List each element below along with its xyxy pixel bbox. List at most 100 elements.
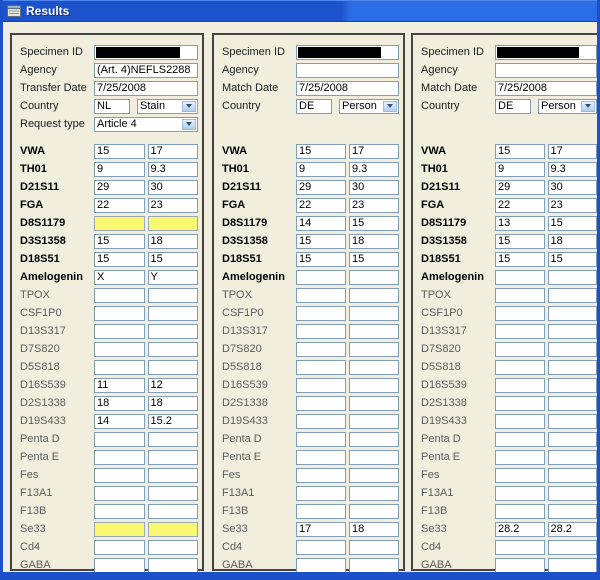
allele-input-1[interactable]: 15	[94, 144, 145, 159]
allele-input-1[interactable]: 13	[495, 216, 545, 231]
request-type-combo[interactable]: Article 4	[94, 117, 198, 132]
allele-input-1[interactable]: 11	[94, 378, 145, 393]
allele-input-2[interactable]	[548, 558, 598, 573]
dropdown-arrow-icon[interactable]	[581, 101, 595, 112]
allele-input-1[interactable]: 15	[296, 252, 346, 267]
match-date-input[interactable]: 7/25/2008	[296, 81, 399, 96]
allele-input-1[interactable]: 29	[94, 180, 145, 195]
allele-input-2[interactable]	[548, 414, 598, 429]
allele-input-1[interactable]	[94, 486, 145, 501]
allele-input-2[interactable]	[548, 432, 598, 447]
country-type-combo[interactable]: Person	[339, 99, 399, 114]
allele-input-2[interactable]	[148, 468, 199, 483]
allele-input-2[interactable]	[349, 432, 399, 447]
allele-input-2[interactable]	[148, 504, 199, 519]
allele-input-2[interactable]	[349, 306, 399, 321]
allele-input-2[interactable]: Y	[148, 270, 199, 285]
allele-input-2[interactable]: 30	[148, 180, 199, 195]
allele-input-1[interactable]: 17	[296, 522, 346, 537]
allele-input-2[interactable]	[548, 270, 598, 285]
allele-input-2[interactable]	[349, 558, 399, 573]
allele-input-2[interactable]	[349, 378, 399, 393]
allele-input-1[interactable]	[296, 486, 346, 501]
allele-input-2[interactable]	[148, 486, 199, 501]
allele-input-1[interactable]	[495, 432, 545, 447]
allele-input-2[interactable]	[349, 504, 399, 519]
allele-input-2[interactable]: 12	[148, 378, 199, 393]
allele-input-2[interactable]	[548, 378, 598, 393]
allele-input-1[interactable]	[296, 324, 346, 339]
allele-input-1[interactable]	[94, 558, 145, 573]
allele-input-2[interactable]	[148, 216, 199, 231]
allele-input-2[interactable]: 23	[148, 198, 199, 213]
allele-input-1[interactable]	[495, 270, 545, 285]
allele-input-1[interactable]	[94, 540, 145, 555]
allele-input-2[interactable]	[148, 306, 199, 321]
allele-input-2[interactable]: 18	[349, 234, 399, 249]
agency-input[interactable]: (Art. 4)NEFLS2288	[94, 63, 198, 78]
allele-input-2[interactable]: 17	[548, 144, 598, 159]
allele-input-1[interactable]	[94, 324, 145, 339]
specimen-id-input[interactable]	[495, 45, 597, 60]
allele-input-2[interactable]: 9.3	[548, 162, 598, 177]
allele-input-2[interactable]	[548, 540, 598, 555]
allele-input-2[interactable]: 23	[349, 198, 399, 213]
allele-input-2[interactable]: 30	[548, 180, 598, 195]
allele-input-2[interactable]: 18	[349, 522, 399, 537]
agency-input[interactable]	[296, 63, 399, 78]
allele-input-2[interactable]	[349, 324, 399, 339]
allele-input-1[interactable]	[94, 216, 145, 231]
allele-input-2[interactable]: 18	[548, 234, 598, 249]
dropdown-arrow-icon[interactable]	[383, 101, 397, 112]
allele-input-1[interactable]: 14	[296, 216, 346, 231]
allele-input-1[interactable]	[94, 306, 145, 321]
allele-input-2[interactable]	[548, 342, 598, 357]
allele-input-1[interactable]	[296, 288, 346, 303]
allele-input-2[interactable]: 15	[349, 216, 399, 231]
agency-input[interactable]	[495, 63, 597, 78]
allele-input-2[interactable]: 18	[148, 234, 199, 249]
allele-input-1[interactable]: 14	[94, 414, 145, 429]
allele-input-2[interactable]	[349, 486, 399, 501]
allele-input-2[interactable]	[349, 468, 399, 483]
allele-input-2[interactable]	[349, 450, 399, 465]
allele-input-1[interactable]	[495, 360, 545, 375]
country-code-input[interactable]: DE	[296, 99, 332, 114]
allele-input-1[interactable]	[296, 342, 346, 357]
allele-input-1[interactable]: 9	[94, 162, 145, 177]
allele-input-2[interactable]: 15	[548, 252, 598, 267]
specimen-id-input[interactable]	[94, 45, 198, 60]
allele-input-1[interactable]	[296, 504, 346, 519]
allele-input-1[interactable]	[495, 378, 545, 393]
allele-input-1[interactable]	[495, 504, 545, 519]
allele-input-1[interactable]: 29	[296, 180, 346, 195]
allele-input-1[interactable]	[296, 360, 346, 375]
allele-input-2[interactable]: 15	[548, 216, 598, 231]
country-code-input[interactable]: DE	[495, 99, 531, 114]
allele-input-1[interactable]: 22	[296, 198, 346, 213]
allele-input-1[interactable]	[495, 288, 545, 303]
allele-input-1[interactable]: 22	[94, 198, 145, 213]
allele-input-2[interactable]: 9.3	[148, 162, 199, 177]
country-code-input[interactable]: NL	[94, 99, 130, 114]
allele-input-2[interactable]: 17	[349, 144, 399, 159]
allele-input-2[interactable]: 28.2	[548, 522, 598, 537]
allele-input-1[interactable]	[296, 396, 346, 411]
allele-input-1[interactable]: 22	[495, 198, 545, 213]
allele-input-2[interactable]	[148, 342, 199, 357]
allele-input-1[interactable]: 15	[94, 252, 145, 267]
allele-input-2[interactable]	[548, 306, 598, 321]
allele-input-1[interactable]	[296, 540, 346, 555]
match-date-input[interactable]: 7/25/2008	[495, 81, 597, 96]
allele-input-1[interactable]: 15	[495, 252, 545, 267]
allele-input-2[interactable]	[148, 540, 199, 555]
allele-input-1[interactable]	[495, 558, 545, 573]
allele-input-2[interactable]	[148, 288, 199, 303]
allele-input-1[interactable]	[495, 324, 545, 339]
allele-input-2[interactable]: 15.2	[148, 414, 199, 429]
allele-input-2[interactable]	[148, 522, 199, 537]
allele-input-1[interactable]	[495, 468, 545, 483]
allele-input-1[interactable]: X	[94, 270, 145, 285]
dropdown-arrow-icon[interactable]	[182, 101, 196, 112]
allele-input-2[interactable]	[548, 486, 598, 501]
